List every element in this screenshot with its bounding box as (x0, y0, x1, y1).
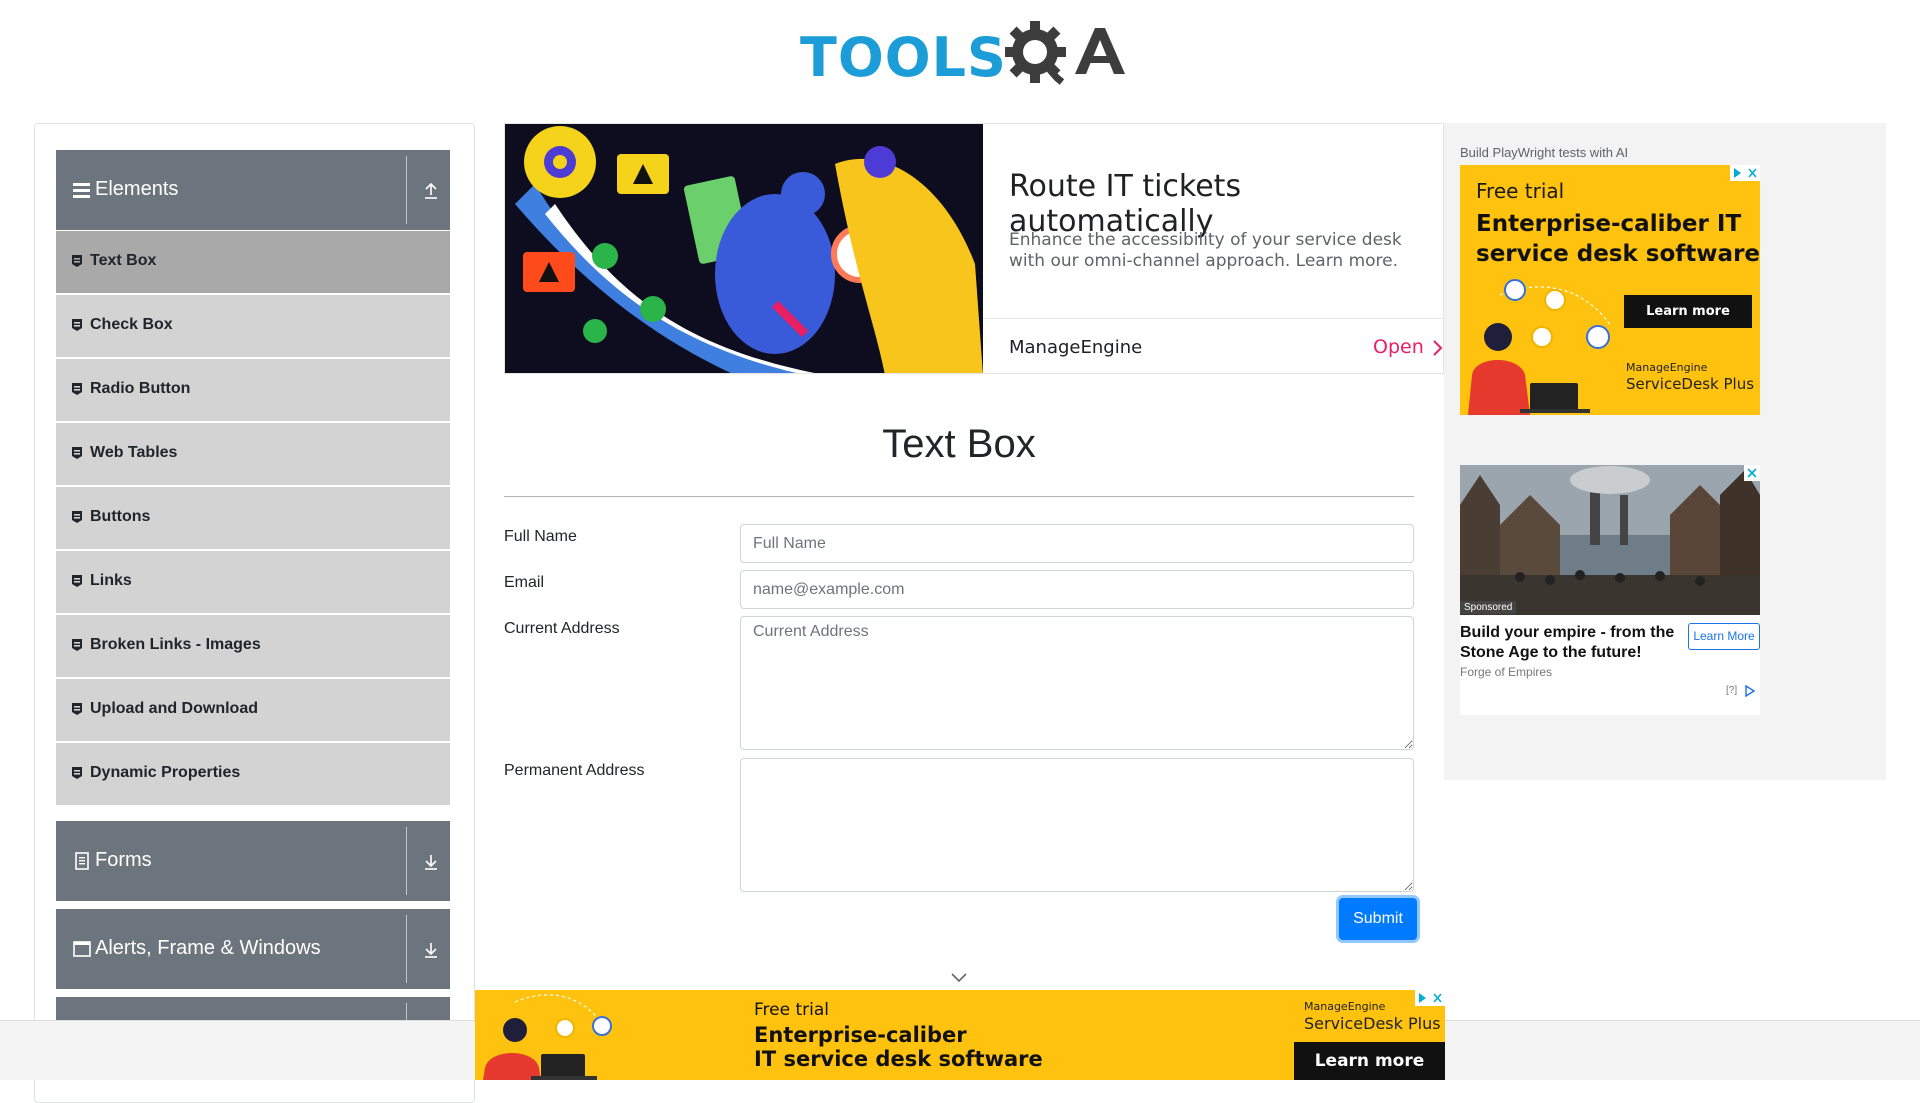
ad-info-icon[interactable]: [?] (1726, 685, 1737, 696)
banner-ad[interactable]: Route IT tickets automatically Enhance t… (504, 123, 1444, 374)
current-address-label: Current Address (504, 620, 620, 637)
ad-caption: Build PlayWright tests with AI (1460, 145, 1629, 160)
list-item-icon (72, 703, 82, 715)
list-item-icon (72, 383, 82, 395)
sidebar-item-links[interactable]: Links (56, 551, 450, 613)
sidebar-item-label: Upload and Download (90, 700, 258, 717)
list-item-icon (72, 575, 82, 587)
submit-button[interactable]: Submit (1339, 898, 1417, 940)
list-item-icon (72, 255, 82, 267)
sidebar-item-check-box[interactable]: Check Box (56, 295, 450, 357)
sidebar-item-label: Links (90, 572, 132, 589)
group-header-elements[interactable]: Elements (56, 150, 450, 230)
ad-learn-more-button[interactable]: Learn more (1624, 295, 1752, 328)
sidebar-item-label: Check Box (90, 316, 173, 333)
ad-headline-line-1: Enterprise-caliber (754, 1023, 967, 1047)
group-divider (406, 915, 407, 983)
ad-logo-servicedesk: ServiceDesk Plus (1626, 375, 1755, 393)
list-item-icon (72, 511, 82, 523)
chevron-right-icon (1433, 340, 1443, 356)
sidebar-item-radio-button[interactable]: Radio Button (56, 359, 450, 421)
hamburger-icon (73, 183, 90, 198)
servicedesk-ad[interactable]: Free trial Enterprise-caliber IT service… (1460, 165, 1760, 415)
forge-of-empires-ad[interactable]: Sponsored Build your empire - from the S… (1460, 465, 1760, 715)
sidebar-item-dynamic-properties[interactable]: Dynamic Properties (56, 743, 450, 805)
ad-choices-icon[interactable] (1744, 685, 1758, 697)
ad-free-trial: Free trial (1476, 179, 1565, 203)
group-header-forms[interactable]: Forms (56, 821, 450, 901)
expand-arrow-icon[interactable] (422, 940, 440, 958)
email-label: Email (504, 574, 545, 591)
logo-text: TOOLS (800, 26, 1007, 89)
banner-divider (983, 318, 1443, 319)
collapse-arrow-icon[interactable] (422, 181, 440, 199)
ad-logo-servicedesk: ServiceDesk Plus (1304, 1014, 1441, 1033)
title-divider (504, 496, 1414, 497)
ad-logo-manageengine: ManageEngine (1304, 1000, 1386, 1013)
sponsored-badge: Sponsored (1460, 601, 1517, 614)
ad2-learn-more-button[interactable]: Learn More (1688, 623, 1760, 650)
service-desk-illustration (505, 124, 983, 373)
ad2-title: Build your empire - from the Stone Age t… (1460, 624, 1675, 661)
sidebar-item-label: Broken Links - Images (90, 636, 261, 653)
banner-description: Enhance the accessibility of your servic… (1009, 230, 1402, 271)
ad-logo-manageengine: ManageEngine (1626, 361, 1708, 374)
ad-choices-icon[interactable] (1730, 165, 1760, 181)
banner-open-link[interactable]: Open (1373, 336, 1424, 358)
full-name-input[interactable] (740, 524, 1414, 563)
group-label-elements: Elements (95, 178, 179, 200)
ad-free-trial: Free trial (754, 1000, 829, 1020)
list-item-icon (72, 319, 82, 331)
sidebar-item-web-tables[interactable]: Web Tables (56, 423, 450, 485)
logo-qa-mark (1005, 21, 1125, 85)
group-divider (406, 156, 407, 224)
group-divider (406, 827, 407, 895)
sidebar-item-label: Text Box (90, 252, 157, 269)
chevron-down-icon[interactable] (950, 972, 968, 984)
person-laptop-illustration (1468, 279, 1611, 415)
sidebar-item-label: Buttons (90, 508, 151, 525)
full-name-label: Full Name (504, 528, 577, 545)
sidebar-item-label: Radio Button (90, 380, 191, 397)
sidebar-item-upload-download[interactable]: Upload and Download (56, 679, 450, 741)
group-header-alerts[interactable]: Alerts, Frame & Windows (56, 909, 450, 989)
window-icon (73, 941, 91, 957)
document-icon (75, 852, 89, 870)
sidebar-item-text-box[interactable]: Text Box (56, 231, 450, 293)
ad-headline-line-2: IT service desk software (754, 1047, 1043, 1071)
email-input[interactable] (740, 570, 1414, 609)
current-address-textarea[interactable] (740, 616, 1414, 750)
list-item-icon (72, 639, 82, 651)
sidebar-item-broken-links[interactable]: Broken Links - Images (56, 615, 450, 677)
ad-choices-icon[interactable] (1415, 990, 1445, 1006)
bottom-servicedesk-ad[interactable]: Free trial Enterprise-caliber IT service… (475, 990, 1445, 1080)
group-label-alerts: Alerts, Frame & Windows (95, 937, 321, 959)
person-laptop-illustration (483, 994, 612, 1080)
left-panel: Elements Text Box Check Box Radio Button… (34, 123, 475, 1103)
permanent-address-textarea[interactable] (740, 758, 1414, 892)
expand-arrow-icon[interactable] (422, 852, 440, 870)
page-title: Text Box (882, 422, 1036, 466)
banner-title: Route IT tickets automatically (1009, 169, 1242, 239)
sidebar-item-label: Web Tables (90, 444, 178, 461)
ad-headline: Enterprise-caliber IT service desk softw… (1476, 211, 1760, 267)
ad-learn-more-button[interactable]: Learn more (1294, 1042, 1445, 1080)
list-item-icon (72, 767, 82, 779)
sidebar-item-label: Dynamic Properties (90, 764, 241, 781)
group-label-forms: Forms (95, 849, 152, 871)
banner-brand: ManageEngine (1009, 337, 1143, 358)
ad-headline: Enterprise-caliber IT service desk softw… (754, 1023, 1043, 1071)
right-ad-column: Build PlayWright tests with AI Free tria… (1444, 123, 1886, 780)
permanent-address-label: Permanent Address (504, 762, 645, 779)
city-illustration (1460, 465, 1760, 615)
ad2-source: Forge of Empires (1460, 665, 1553, 679)
sidebar-item-buttons[interactable]: Buttons (56, 487, 450, 549)
site-logo[interactable]: TOOLS (800, 14, 1130, 90)
list-item-icon (72, 447, 82, 459)
close-icon[interactable] (1744, 465, 1760, 481)
